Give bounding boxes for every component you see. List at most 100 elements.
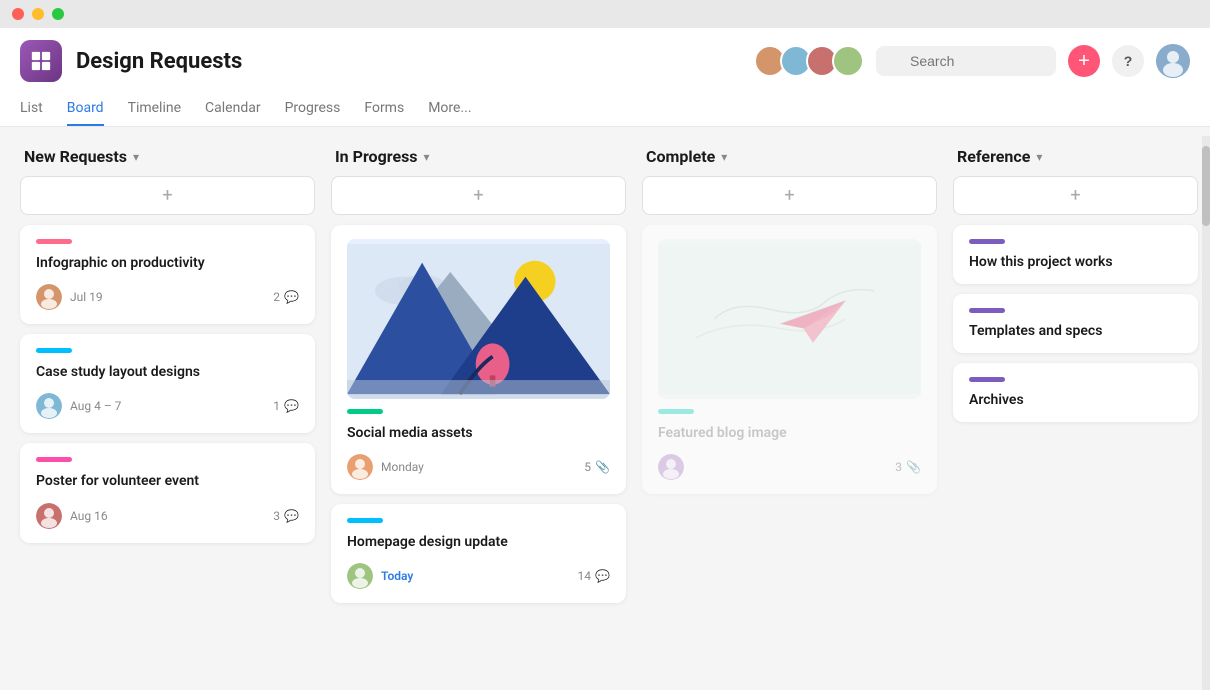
card-image-plane: [658, 239, 921, 399]
chevron-down-icon: ▾: [133, 150, 139, 164]
add-icon: +: [1078, 51, 1090, 71]
card-case-study[interactable]: Case study layout designs Aug 4 – 7 1 💬: [20, 334, 315, 433]
card-footer: Today 14 💬: [347, 563, 610, 589]
card-user: Monday: [347, 454, 424, 480]
comment-icon: 💬: [284, 399, 299, 413]
ref-card-how-project-works[interactable]: How this project works: [953, 225, 1198, 284]
avatar-4: [832, 45, 864, 77]
column-title-new-requests: New Requests: [24, 147, 127, 166]
card-meta: 14 💬: [578, 569, 610, 583]
card-avatar: [347, 563, 373, 589]
add-card-complete[interactable]: +: [642, 176, 937, 215]
comment-icon: 💬: [284, 290, 299, 304]
header-right: + ?: [754, 44, 1190, 78]
nav-tabs: List Board Timeline Calendar Progress Fo…: [20, 92, 1190, 126]
card-date: Aug 16: [70, 509, 108, 523]
tab-forms[interactable]: Forms: [364, 92, 404, 126]
card-footer: Jul 19 2 💬: [36, 284, 299, 310]
card-tag: [36, 457, 72, 462]
scrollbar-thumb[interactable]: [1202, 146, 1210, 226]
comment-count: 2: [273, 290, 280, 304]
column-title-reference: Reference: [957, 147, 1030, 166]
card-user: Aug 4 – 7: [36, 393, 121, 419]
add-card-new-requests[interactable]: +: [20, 176, 315, 215]
comment-icon: 💬: [284, 509, 299, 523]
comment-count: 14: [578, 569, 592, 583]
maximize-dot[interactable]: [52, 8, 64, 20]
add-button[interactable]: +: [1068, 45, 1100, 77]
user-icon: [1156, 44, 1190, 78]
attachment-icon: 📎: [595, 460, 610, 474]
card-avatar: [347, 454, 373, 480]
attachment-count: 3: [895, 460, 902, 474]
board: New Requests ▾ + Infographic on producti…: [0, 127, 1210, 681]
card-meta: 1 💬: [273, 399, 299, 413]
header: Design Requests + ?: [0, 28, 1210, 127]
tab-more[interactable]: More...: [428, 92, 471, 126]
tab-timeline[interactable]: Timeline: [128, 92, 181, 126]
comment-count: 1: [273, 399, 280, 413]
column-header-in-progress: In Progress ▾: [331, 147, 626, 166]
card-homepage[interactable]: Homepage design update Today 14 💬: [331, 504, 626, 603]
column-reference: Reference ▾ + How this project works Tem…: [953, 147, 1198, 661]
chevron-down-icon: ▾: [721, 150, 727, 164]
card-title: Featured blog image: [658, 424, 921, 442]
card-meta: 3 📎: [895, 460, 921, 474]
ref-tag: [969, 239, 1005, 244]
add-card-in-progress[interactable]: +: [331, 176, 626, 215]
add-card-reference[interactable]: +: [953, 176, 1198, 215]
grid-icon: [30, 50, 52, 72]
column-complete: Complete ▾ +: [642, 147, 937, 661]
column-header-complete: Complete ▾: [642, 147, 937, 166]
column-in-progress: In Progress ▾ +: [331, 147, 626, 661]
column-new-requests: New Requests ▾ + Infographic on producti…: [20, 147, 315, 661]
app-icon: [20, 40, 62, 82]
card-meta: 5 📎: [584, 460, 610, 474]
card-meta: 3 💬: [273, 509, 299, 523]
card-avatar: [658, 454, 684, 480]
card-social-media[interactable]: Social media assets Monday 5 📎: [331, 225, 626, 494]
card-infographic[interactable]: Infographic on productivity Jul 19 2 💬: [20, 225, 315, 324]
close-dot[interactable]: [12, 8, 24, 20]
card-user: Today: [347, 563, 413, 589]
search-input[interactable]: [876, 46, 1056, 76]
ref-title: How this project works: [969, 254, 1182, 270]
header-left: Design Requests: [20, 40, 242, 82]
card-title: Case study layout designs: [36, 363, 299, 381]
card-tag: [36, 239, 72, 244]
card-tag: [658, 409, 694, 414]
comment-count: 3: [273, 509, 280, 523]
card-tag: [36, 348, 72, 353]
tab-list[interactable]: List: [20, 92, 43, 126]
card-title: Social media assets: [347, 424, 610, 442]
card-meta: 2 💬: [273, 290, 299, 304]
comment-count: 5: [584, 460, 591, 474]
comment-icon: 💬: [595, 569, 610, 583]
card-footer: 3 📎: [658, 454, 921, 480]
minimize-dot[interactable]: [32, 8, 44, 20]
user-avatar[interactable]: [1156, 44, 1190, 78]
tab-board[interactable]: Board: [67, 92, 104, 126]
card-footer: Monday 5 📎: [347, 454, 610, 480]
card-footer: Aug 16 3 💬: [36, 503, 299, 529]
scrollbar-track: [1202, 136, 1210, 690]
card-poster[interactable]: Poster for volunteer event Aug 16 3 💬: [20, 443, 315, 542]
card-date: Jul 19: [70, 290, 103, 304]
card-date-today: Today: [381, 569, 413, 583]
card-user: Jul 19: [36, 284, 103, 310]
app-title: Design Requests: [76, 49, 242, 74]
column-header-reference: Reference ▾: [953, 147, 1198, 166]
ref-card-templates[interactable]: Templates and specs: [953, 294, 1198, 353]
column-title-in-progress: In Progress: [335, 147, 418, 166]
ref-title: Templates and specs: [969, 323, 1182, 339]
tab-progress[interactable]: Progress: [285, 92, 341, 126]
help-icon: ?: [1124, 53, 1133, 69]
ref-card-archives[interactable]: Archives: [953, 363, 1198, 422]
card-featured-blog[interactable]: Featured blog image 3 📎: [642, 225, 937, 494]
card-image-mountain: [347, 239, 610, 399]
card-tag: [347, 409, 383, 414]
help-button[interactable]: ?: [1112, 45, 1144, 77]
chevron-down-icon: ▾: [424, 150, 430, 164]
ref-tag: [969, 308, 1005, 313]
tab-calendar[interactable]: Calendar: [205, 92, 261, 126]
